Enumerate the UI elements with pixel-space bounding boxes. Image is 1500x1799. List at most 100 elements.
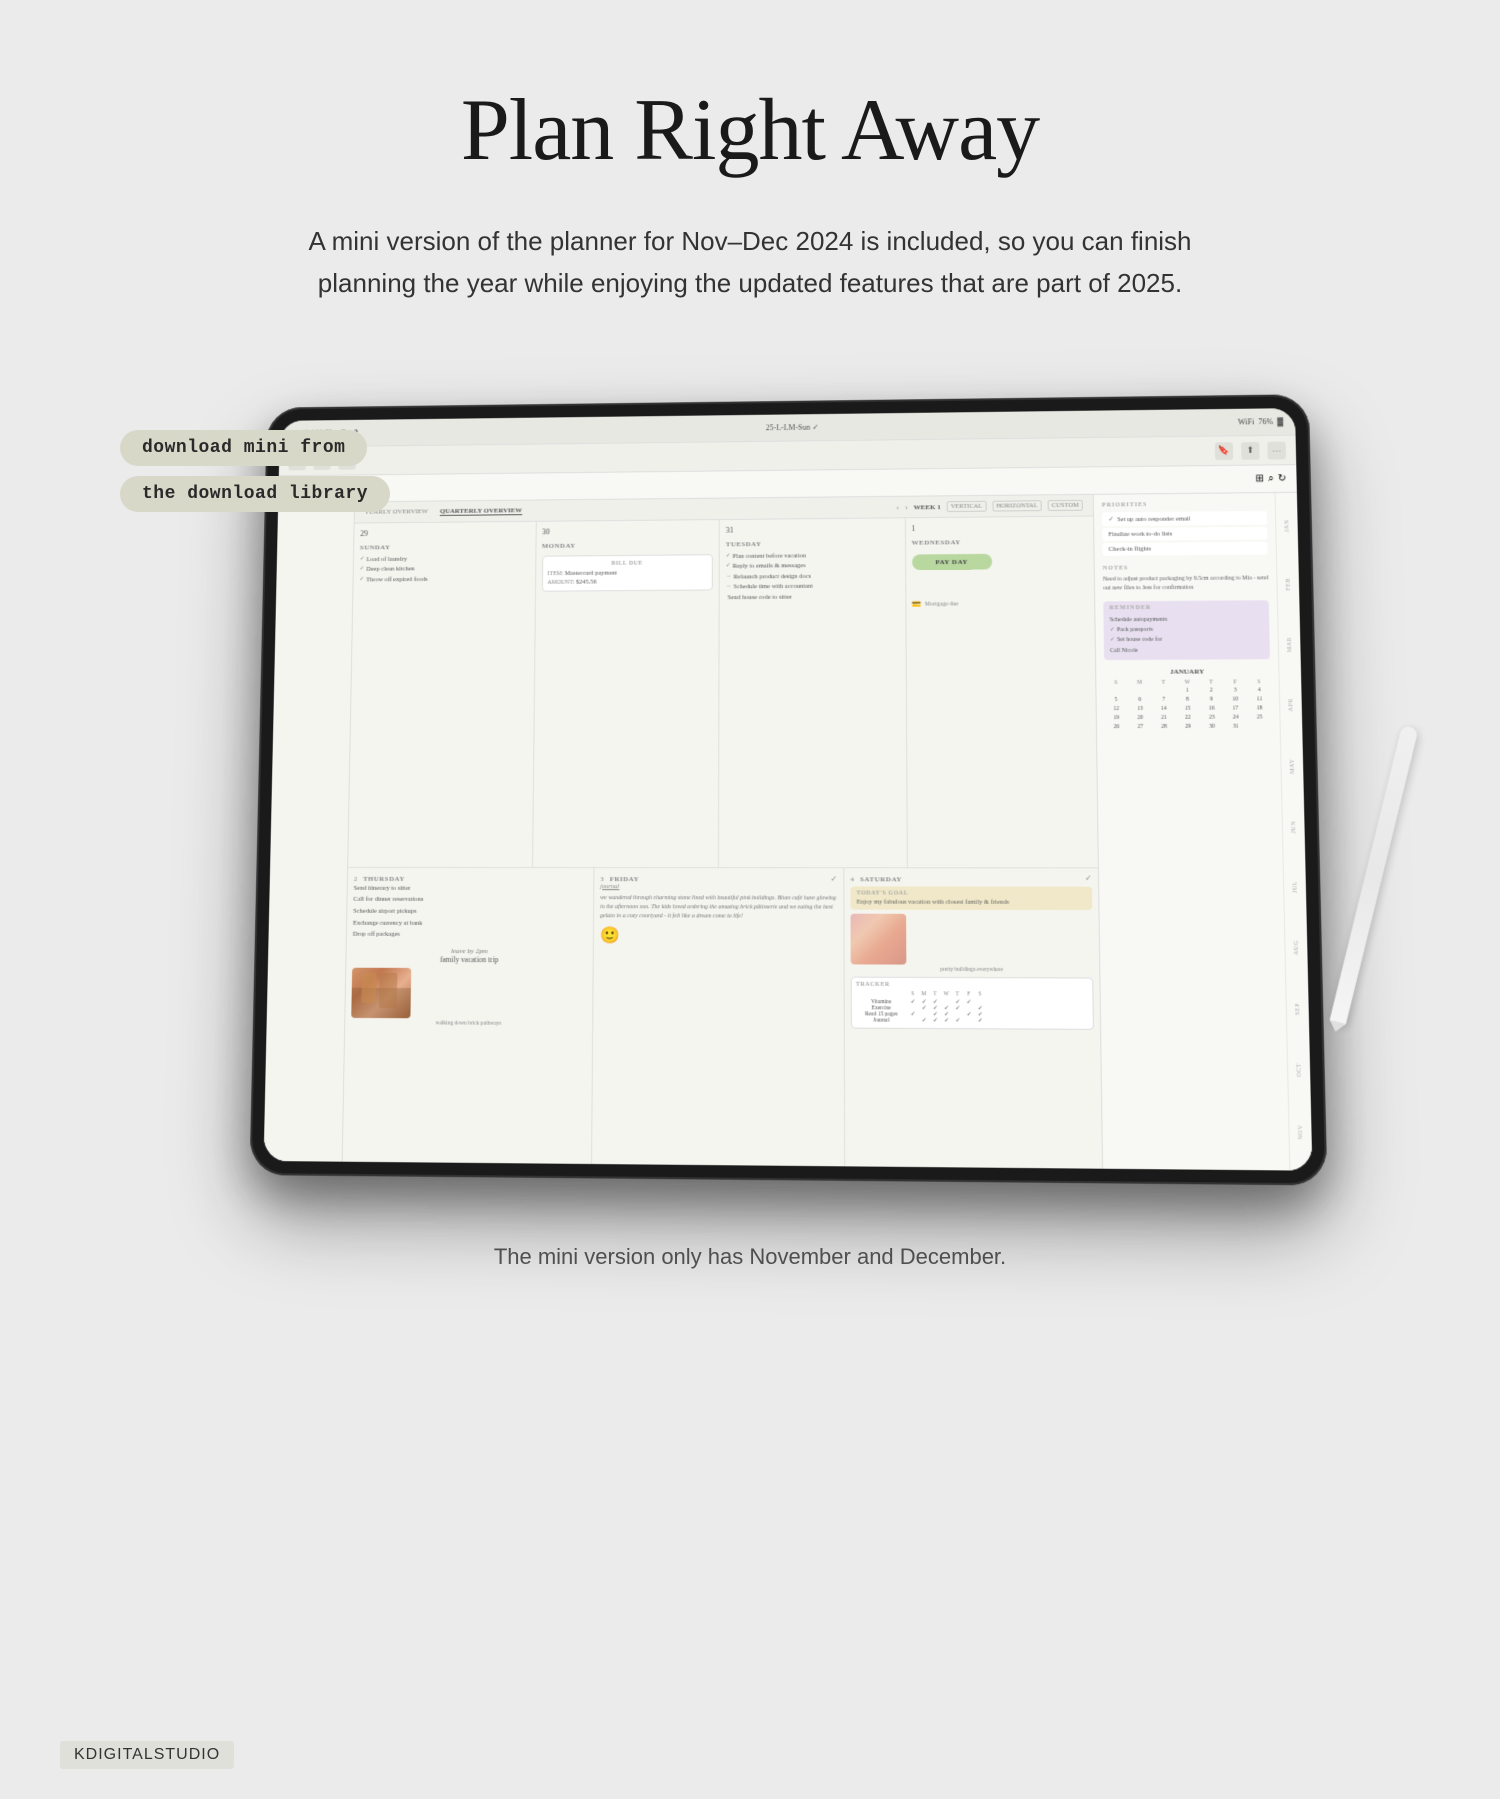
priority-item: Check-in flights — [1102, 542, 1267, 556]
month-jun: JUN — [1290, 821, 1296, 834]
cal-header: T — [1152, 680, 1175, 686]
horizontal-tab[interactable]: HORIZONTAL — [992, 500, 1042, 511]
tablet-screen: 11:38 AM Thu Oct 3 25-L-LM-Sun ✓ WiFi 76… — [264, 408, 1313, 1171]
reminder-text: Set house code for — [1117, 635, 1162, 645]
wednesday-num: 1 — [911, 523, 1087, 533]
task-item: ✓Throw off expired foods — [359, 574, 529, 585]
cal-day — [1152, 687, 1175, 695]
wednesday-label: WEDNESDAY — [912, 537, 1088, 546]
cal-day: 21 — [1152, 714, 1175, 722]
cal-day — [1248, 722, 1271, 730]
month-nov: NOV — [1297, 1125, 1304, 1140]
priority-text: Check-in flights — [1109, 546, 1152, 553]
cal-day: 28 — [1153, 723, 1176, 731]
cal-day: 4 — [1248, 686, 1271, 694]
reminder-text: Schedule autopayments — [1110, 615, 1168, 626]
sunday-num: 29 — [360, 528, 529, 538]
cal-header: S — [1104, 680, 1127, 686]
check-icon: ✓ — [1108, 515, 1114, 523]
apple-pencil — [1329, 725, 1418, 1026]
reminder-text: Pack passports — [1117, 625, 1153, 635]
custom-tab[interactable]: CUSTOM — [1048, 500, 1083, 511]
bottom-section: The mini version only has November and D… — [494, 1244, 1006, 1270]
cal-day: 12 — [1105, 705, 1128, 713]
cal-header: M — [1128, 680, 1151, 686]
cal-day: 16 — [1200, 704, 1223, 712]
reminder-text: Call Nicole — [1110, 646, 1138, 656]
task-text: Schedule time with accountant — [733, 582, 812, 593]
notes-text: Need to adjust product packaging by 9.5c… — [1103, 575, 1269, 594]
calendar-title: JANUARY — [1104, 667, 1270, 676]
monday-num: 30 — [542, 526, 713, 536]
cal-day: 10 — [1224, 695, 1247, 703]
monday-label: MONDAY — [542, 541, 713, 550]
goals-box: TODAY'S GOAL Enjoy my fabulous vacation … — [850, 886, 1092, 910]
cal-day: 11 — [1248, 695, 1271, 703]
grid-icon[interactable]: ⊞ — [1255, 474, 1264, 485]
day-col-tuesday: 31 TUESDAY ✓Plan content before vacation… — [719, 518, 907, 866]
day-col-sunday: 29 SUNDAY ✓Load of laundry ✓Deep clean k… — [348, 522, 536, 867]
cal-day: 22 — [1176, 714, 1199, 722]
search-icon[interactable]: ⌕ — [1268, 473, 1274, 484]
page-container: Plan Right Away A mini version of the pl… — [0, 0, 1500, 1799]
mini-calendar: JANUARY S M T W T F S — [1104, 667, 1271, 731]
cal-header: T — [1200, 679, 1223, 685]
bill-item: Mastercard payment — [565, 570, 617, 577]
bill-amount: $245.56 — [576, 579, 597, 586]
page-title: Plan Right Away — [461, 80, 1039, 181]
day-col-thursday: 2 THURSDAY Send itinerary to sitter Call… — [342, 868, 595, 1171]
bottom-text: The mini version only has November and D… — [494, 1244, 1006, 1270]
thursday-tasks: Send itinerary to sitter Call for dinner… — [353, 883, 588, 942]
cal-day: 29 — [1177, 723, 1200, 731]
month-mar: MAR — [1286, 637, 1292, 652]
badge-2[interactable]: the download library — [120, 476, 390, 512]
cal-day: 2 — [1200, 686, 1223, 694]
badge-1[interactable]: download mini from — [120, 430, 367, 466]
prev-icon[interactable]: ‹ — [896, 503, 899, 512]
month-feb: FEB — [1285, 578, 1291, 591]
screen-body: YEARLY OVERVIEW QUARTERLY OVERVIEW ‹ › W… — [264, 493, 1313, 1171]
payday-btn: PAY DAY — [912, 554, 992, 570]
notes-title: NOTES — [1103, 565, 1268, 572]
reminder-item: Call Nicole — [1110, 645, 1264, 656]
task-item: Exchange currency at bank — [353, 917, 587, 929]
cal-day: 7 — [1152, 696, 1175, 704]
days-grid: 29 SUNDAY ✓Load of laundry ✓Deep clean k… — [348, 517, 1098, 867]
thursday-label: THURSDAY — [363, 875, 405, 883]
task-item: Send house code to sitter — [726, 592, 899, 603]
month-aug: AUG — [1293, 940, 1300, 955]
next-icon[interactable]: › — [905, 503, 908, 512]
cal-day — [1128, 687, 1151, 695]
task-item: Send itinerary to sitter — [354, 883, 588, 895]
more-icon[interactable]: ··· — [1267, 441, 1286, 459]
tablet-frame: 11:38 AM Thu Oct 3 25-L-LM-Sun ✓ WiFi 76… — [249, 394, 1327, 1185]
month-jul: JUL — [1292, 881, 1298, 893]
download-badges: download mini from the download library — [120, 430, 390, 512]
checkmark-icon: ✓ — [831, 874, 838, 883]
day-col-monday: 30 MONDAY BILL DUE ITEM: Mastercard paym… — [533, 520, 720, 867]
bookmark-icon[interactable]: 🔖 — [1215, 442, 1234, 460]
reminder-title: REMINDER — [1109, 604, 1262, 611]
share-icon[interactable]: ⬆ — [1241, 442, 1260, 460]
check-icon: ✓ — [1110, 626, 1115, 636]
bill-box: BILL DUE ITEM: Mastercard payment AMOUNT… — [541, 554, 712, 591]
task-item: Call for dinner reservations — [353, 894, 587, 906]
sat-check-icon: ✓ — [1085, 873, 1092, 882]
cal-day: 24 — [1224, 713, 1247, 721]
week-label: WEEK 1 — [914, 503, 941, 511]
cal-day: 9 — [1200, 695, 1223, 703]
tuesday-label: TUESDAY — [726, 539, 899, 548]
refresh-icon[interactable]: ↻ — [1278, 473, 1287, 484]
vertical-tab[interactable]: VERTICAL — [947, 501, 987, 512]
pink-building-image: 🏘 — [850, 913, 906, 964]
cal-day — [1104, 687, 1127, 695]
tuesday-num: 31 — [726, 524, 899, 534]
month-sep: SEP — [1295, 1003, 1302, 1015]
cal-day: 20 — [1129, 714, 1152, 722]
badge-2-text: the download library — [142, 484, 368, 504]
priorities-title: PRIORITIES — [1102, 501, 1267, 509]
month-apr: APR — [1288, 699, 1294, 712]
notes-section: NOTES Need to adjust product packaging b… — [1103, 565, 1269, 594]
quarterly-tab[interactable]: QUARTERLY OVERVIEW — [440, 507, 522, 517]
cal-day: 26 — [1105, 723, 1128, 731]
